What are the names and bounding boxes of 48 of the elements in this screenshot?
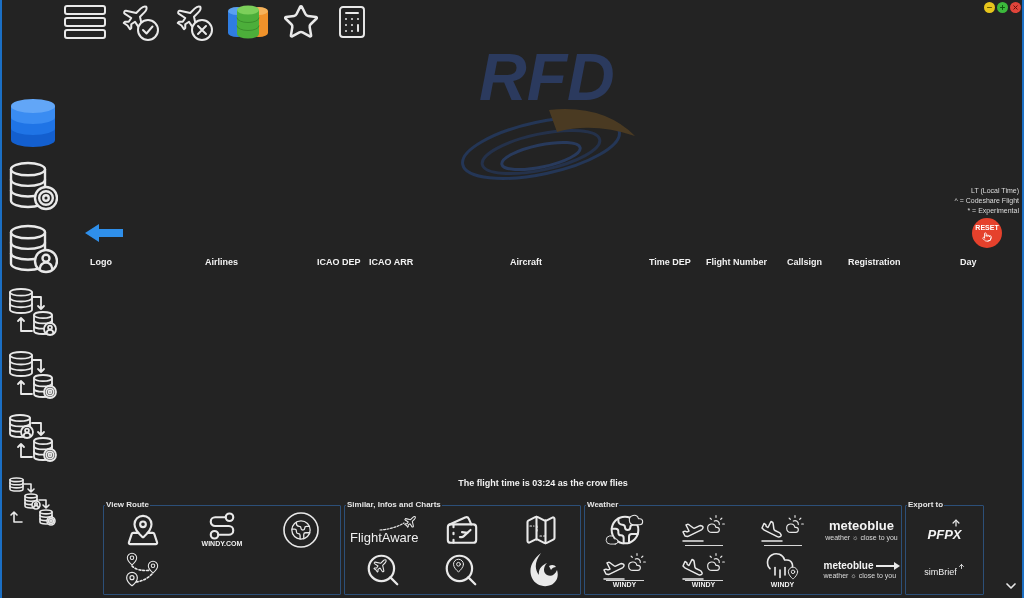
landing-weather-icon[interactable] <box>759 514 806 542</box>
flight-time-text: The flight time is 03:24 as the crow flies <box>458 477 628 489</box>
database-target-icon[interactable] <box>8 161 58 211</box>
plane-x-icon[interactable] <box>174 3 214 41</box>
database-chain-sync-icon[interactable] <box>8 476 58 526</box>
takeoff-weather-icon[interactable] <box>680 514 727 542</box>
database-sync-target-icon[interactable] <box>8 350 58 400</box>
plane-check-icon[interactable] <box>120 3 160 41</box>
simbrief-button[interactable]: simBrief <box>924 562 965 578</box>
pfpx-button[interactable]: PFPX <box>927 518 962 542</box>
menu-icon[interactable] <box>64 5 106 39</box>
route-icon[interactable] <box>207 512 237 540</box>
arrow-up-icon[interactable] <box>957 562 965 571</box>
database-user-icon[interactable] <box>8 224 58 274</box>
back-arrow-icon[interactable] <box>85 224 123 242</box>
database-sync-user-target-icon[interactable] <box>8 413 58 463</box>
landing-weather-icon[interactable] <box>680 551 727 580</box>
database-stack-icon[interactable] <box>228 5 268 39</box>
column-header: Callsign <box>787 257 822 267</box>
flightaware-button[interactable]: FlightAware <box>349 515 419 545</box>
column-header: ICAO ARR <box>369 257 414 267</box>
column-header: Day <box>960 257 977 267</box>
close-icon[interactable] <box>1010 2 1021 13</box>
star-icon[interactable] <box>282 3 320 41</box>
database-sync-user-icon[interactable] <box>8 287 58 337</box>
panel-title: Export to <box>907 500 945 510</box>
column-header: Time DEP <box>649 257 691 267</box>
maximize-icon[interactable] <box>997 2 1008 13</box>
column-header: Flight Number <box>706 257 767 267</box>
minimize-icon[interactable] <box>984 2 995 13</box>
panel-title: Similar, Infos and Charts <box>346 500 442 510</box>
globe-icon[interactable] <box>282 512 319 548</box>
logo-text: RFD <box>479 42 615 112</box>
hand-pointer-icon <box>982 232 992 242</box>
database-icon[interactable] <box>10 98 56 148</box>
column-header: Registration <box>848 257 901 267</box>
takeoff-weather-icon[interactable] <box>601 551 648 580</box>
column-header: ICAO DEP <box>317 257 361 267</box>
rain-pin-icon[interactable] <box>764 551 801 581</box>
arrow-up-icon[interactable] <box>951 518 962 528</box>
panel-title: Weather <box>586 500 620 510</box>
column-header: Logo <box>90 257 112 267</box>
panel-title: View Route <box>105 500 150 510</box>
plane-trail-icon[interactable] <box>378 515 419 531</box>
arrow-right-icon[interactable] <box>875 561 900 570</box>
column-header: Aircraft <box>510 257 542 267</box>
globe-clouds-icon[interactable] <box>604 512 645 548</box>
column-header: Airlines <box>205 257 238 267</box>
